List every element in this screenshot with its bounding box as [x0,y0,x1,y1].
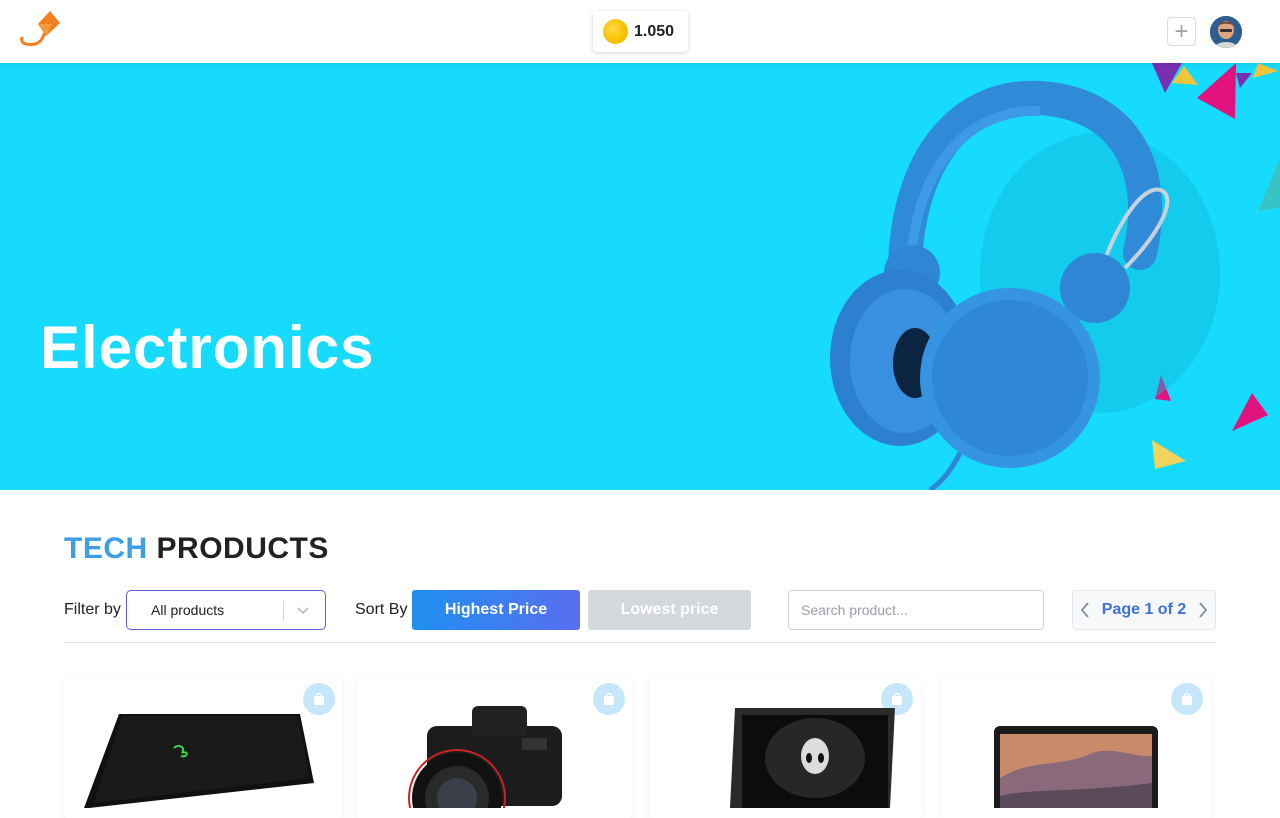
section-title-accent: TECH [64,532,148,565]
prev-page-button[interactable] [1073,591,1097,629]
section-title: TECH PRODUCTS [64,532,329,566]
filter-dropdown[interactable]: All products [126,590,326,630]
hero-title: Electronics [40,314,375,381]
top-bar: 1.050 + [0,0,1280,63]
sort-label: Sort By [355,601,408,618]
section-title-main: PRODUCTS [156,532,329,565]
chevron-right-icon [1199,602,1208,618]
pagination: Page 1 of 2 [1072,590,1216,630]
chevron-down-icon [297,607,309,615]
brand-logo[interactable] [18,8,64,52]
coin-amount: 1.050 [634,22,675,40]
headphones-illustration [830,63,1280,490]
page-indicator: Page 1 of 2 [1101,601,1187,618]
product-grid [0,678,1280,818]
user-avatar[interactable] [1210,16,1242,48]
product-image-camera [408,706,562,808]
product-card[interactable] [64,678,342,818]
search-input[interactable] [788,590,1044,630]
product-card[interactable] [942,678,1211,818]
product-toolbar: Filter by All products Sort By Highest P… [64,590,1216,630]
sort-highest-price-button[interactable]: Highest Price [412,590,580,630]
sort-lowest-price-button[interactable]: Lowest price [588,590,751,630]
hero-banner: Electronics [0,63,1280,490]
coin-icon [603,19,628,44]
next-page-button[interactable] [1191,591,1215,629]
product-image-laptop [730,708,895,808]
chevron-left-icon [1080,602,1089,618]
filter-selected-value: All products [151,602,225,618]
kite-logo-icon [20,11,60,46]
filter-label: Filter by [64,601,121,618]
product-image-laptop [994,726,1158,808]
product-card[interactable] [650,678,921,818]
add-button[interactable]: + [1167,17,1196,46]
product-image-laptop [84,714,314,808]
coin-balance: 1.050 [593,11,688,52]
product-card[interactable] [357,678,632,818]
toolbar-divider [64,642,1216,643]
dropdown-separator [283,601,284,621]
user-avatar-image [1210,16,1242,48]
